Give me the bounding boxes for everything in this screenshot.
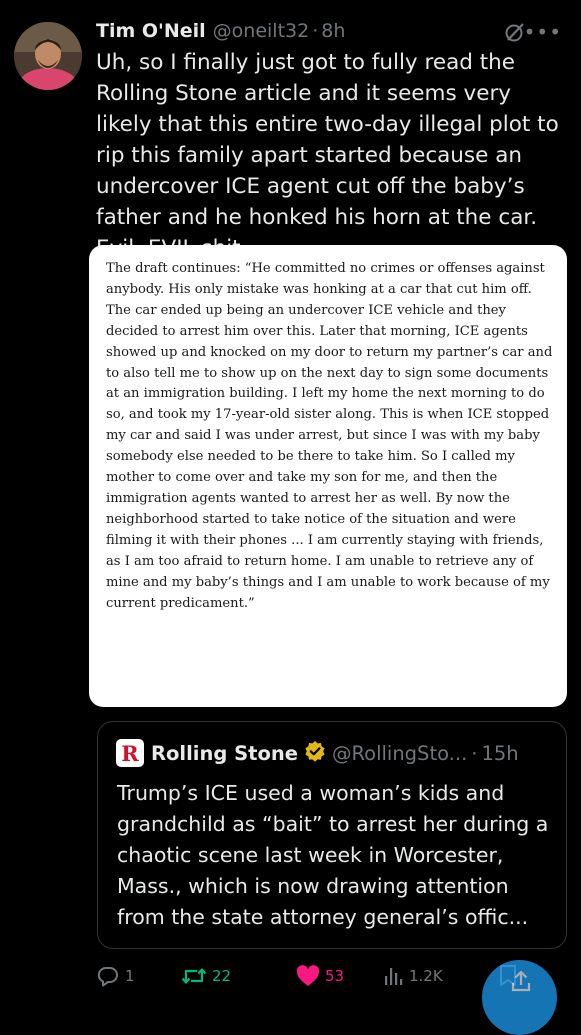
rolling-stone-logo-letter: R xyxy=(121,741,139,766)
tweet-text: Uh, so I finally just got to fully read … xyxy=(96,50,559,261)
rolling-stone-logo-icon: R xyxy=(116,739,144,767)
heart-icon xyxy=(296,965,320,986)
views-button[interactable]: 1.2K xyxy=(382,958,443,994)
quoted-author-name: Rolling Stone xyxy=(151,741,298,765)
share-button[interactable] xyxy=(482,960,557,1035)
author-avatar[interactable] xyxy=(14,22,82,90)
quoted-tweet-timestamp: 15h xyxy=(481,741,519,765)
more-options-icon[interactable]: ••• xyxy=(524,20,562,44)
views-icon xyxy=(385,968,403,985)
quoted-tweet-header: R Rolling Stone @RollingSto... · 15h xyxy=(116,738,556,768)
views-count: 1.2K xyxy=(409,967,443,985)
avatar-photo xyxy=(14,22,82,90)
share-icon xyxy=(511,970,531,992)
separator-dot: · xyxy=(312,20,319,42)
author-name[interactable]: Tim O'Neil xyxy=(96,20,206,42)
reply-icon xyxy=(97,966,118,987)
author-handle[interactable]: @oneilt32 xyxy=(213,20,310,42)
tweet-timestamp[interactable]: 8h xyxy=(321,20,345,42)
tweet-header: Tim O'Neil @oneilt32 · 8h ••• xyxy=(96,14,566,48)
repost-count: 22 xyxy=(212,967,232,985)
repost-icon xyxy=(181,968,207,984)
verified-gold-check-icon xyxy=(304,740,326,767)
repost-button[interactable]: 22 xyxy=(181,958,231,994)
reply-button[interactable]: 1 xyxy=(96,958,135,994)
quoted-tweet-text: Trump’s ICE used a woman’s kids and gran… xyxy=(117,781,549,929)
quoted-tweet-card[interactable]: R Rolling Stone @RollingSto... · 15h Tru… xyxy=(97,721,567,949)
like-button[interactable]: 53 xyxy=(296,958,344,994)
quoted-author-handle: @RollingSto... xyxy=(331,741,468,765)
reply-count: 1 xyxy=(125,967,135,985)
attached-image[interactable]: The draft continues: “He committed no cr… xyxy=(89,245,567,707)
attached-image-text: The draft continues: “He committed no cr… xyxy=(106,261,553,611)
quoted-separator-dot: · xyxy=(471,741,478,765)
like-count: 53 xyxy=(325,967,345,985)
